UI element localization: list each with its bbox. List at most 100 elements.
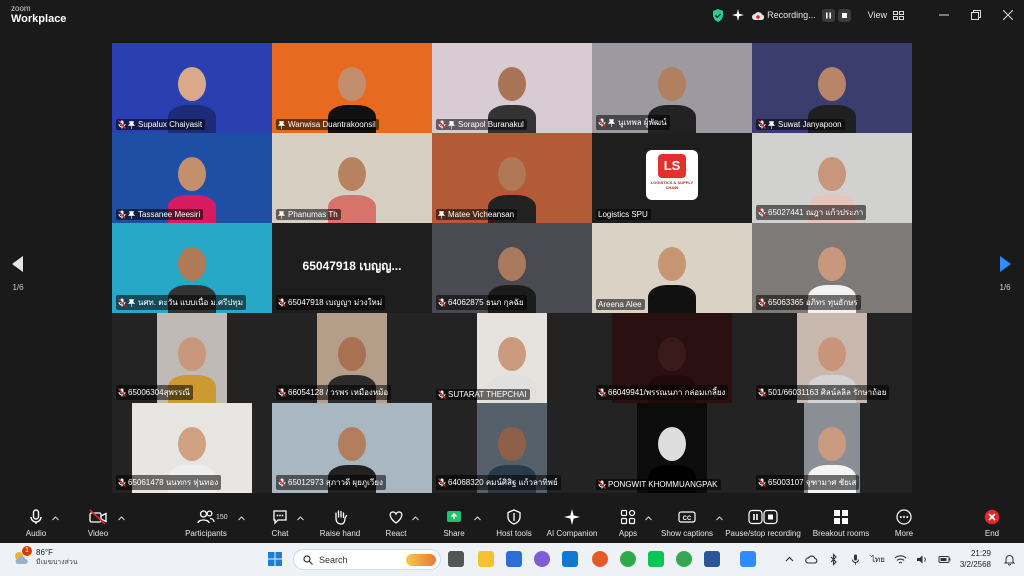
chrome-alt-icon[interactable] [676, 551, 692, 567]
react-button[interactable]: React [382, 509, 410, 538]
participant-tile[interactable]: Supalux Chaiyasit [112, 43, 272, 133]
participant-name-label: นศท. ตะวัน แบบเนื่อ ม.ศรีปทุม [116, 295, 246, 310]
volume-icon[interactable] [916, 553, 929, 566]
restore-window-icon[interactable] [960, 0, 992, 30]
participant-tile[interactable]: 65047918 เบญญ... 65047918 เบญญา ม่วงใหม่ [272, 223, 432, 313]
chrome-icon[interactable] [620, 551, 636, 567]
file-explorer-icon[interactable] [478, 551, 494, 567]
participant-tile[interactable]: นูเทพล ผู้พัฒน์ [592, 43, 752, 133]
participant-tile[interactable]: Areena Alee [592, 223, 752, 313]
recording-indicator[interactable]: Recording... [752, 10, 816, 20]
participant-tile[interactable]: 65006304สุพรรณี [112, 313, 272, 403]
muted-mic-icon [758, 298, 766, 307]
next-page-nav[interactable]: 1/6 [993, 256, 1017, 292]
participant-tile[interactable]: 64062875 ธนภ กุลฉัย [432, 223, 592, 313]
view-menu[interactable]: View [868, 10, 887, 20]
participant-tile[interactable]: Wanwisa Duantrakoonsil [272, 43, 432, 133]
breakout-rooms-button[interactable]: Breakout rooms [810, 509, 872, 538]
participant-tile[interactable]: 64068320 คมน์ศิสิฐ แก้วลาทิพย์ [432, 403, 592, 493]
more-label: More [894, 529, 914, 538]
participant-tile[interactable]: 65012973 สุภาวดี ผุยภูเวียง [272, 403, 432, 493]
participant-tile[interactable]: Tassanee Meesiri [112, 133, 272, 223]
video-off-icon [89, 509, 107, 525]
participant-tile[interactable]: Phanumas Th [272, 133, 432, 223]
encryption-shield-icon[interactable] [712, 8, 724, 22]
firefox-icon[interactable] [592, 551, 608, 567]
participant-tile[interactable]: LS LOGISTICS & SUPPLY CHAIN Logistics SPU [592, 133, 752, 223]
bluetooth-icon[interactable] [827, 553, 840, 566]
participant-tile[interactable]: 66049941/พรรณนภา กล่อมเกลี้ยง [592, 313, 752, 403]
show-captions-button[interactable]: CC Show captions [658, 509, 716, 538]
participant-tile[interactable]: นศท. ตะวัน แบบเนื่อ ม.ศรีปทุม [112, 223, 272, 313]
word-icon[interactable] [704, 551, 720, 567]
pause-stop-recording-button[interactable]: Pause/stop recording [722, 509, 804, 538]
ai-companion-button[interactable]: AI Companion [544, 509, 600, 538]
zoom-icon[interactable] [740, 551, 756, 567]
react-options-caret-icon[interactable] [412, 516, 419, 521]
participant-tile[interactable]: 65061478 นนทกร หุ่นทอง [112, 403, 272, 493]
view-grid-icon[interactable] [893, 10, 904, 20]
weather-widget[interactable]: 1 86°F มีเมฆบางส่วน [12, 546, 78, 566]
participants-options-caret-icon[interactable] [238, 516, 245, 521]
end-meeting-button[interactable]: End [978, 509, 1006, 538]
participant-name: 64062875 ธนภ กุลฉัย [448, 298, 524, 307]
input-language[interactable]: ไทย [871, 553, 885, 566]
previous-page-nav[interactable]: 1/6 [6, 256, 30, 292]
share-options-caret-icon[interactable] [474, 516, 481, 521]
app-icon-1[interactable] [506, 551, 522, 567]
participant-tile[interactable]: 501/66031163 ศิลน์ลลิล รักษาถ้อย [752, 313, 912, 403]
search-highlight-icon [406, 553, 436, 566]
chevron-up-icon[interactable] [783, 553, 796, 566]
chevron-left-icon[interactable] [12, 256, 24, 272]
participant-face [178, 427, 206, 461]
participant-face [658, 247, 686, 281]
participant-tile[interactable]: PONGWIT KHOMMUANGPAK [592, 403, 752, 493]
stop-recording-button[interactable] [837, 8, 851, 22]
host-tools-button[interactable]: Host tools [492, 509, 536, 538]
taskbar-search[interactable]: Search [293, 549, 441, 570]
participant-face [338, 157, 366, 191]
system-clock[interactable]: 21:29 3/2/2568 [960, 550, 991, 569]
battery-icon[interactable] [938, 553, 951, 566]
line-icon[interactable] [648, 551, 664, 567]
pin-icon [127, 298, 136, 307]
more-button[interactable]: More [890, 509, 918, 538]
participant-tile[interactable]: 66054128 / วรพร เหมืองหม้อ [272, 313, 432, 403]
audio-options-caret-icon[interactable] [52, 516, 59, 521]
muted-mic-icon [278, 298, 286, 307]
participant-tile[interactable]: 65027441 ณฎา แก้วประภา [752, 133, 912, 223]
store-icon[interactable] [562, 551, 578, 567]
audio-button[interactable]: Audio [22, 509, 50, 538]
participant-tile[interactable]: 65063365 อภิทร ทุนธักษร [752, 223, 912, 313]
ai-sparkle-icon[interactable] [732, 9, 745, 21]
participant-tile[interactable]: Sorapol Buranakul [432, 43, 592, 133]
video-options-caret-icon[interactable] [118, 516, 125, 521]
participant-tile[interactable]: SUTARAT THEPCHAI [432, 313, 592, 403]
video-gallery: Supalux Chaiyasit Wanwisa Duantrakoonsil S… [112, 43, 912, 493]
participant-tile[interactable]: Matee Vicheansan [432, 133, 592, 223]
pause-recording-button[interactable] [821, 8, 835, 22]
windows-start-icon[interactable] [268, 552, 282, 566]
video-button[interactable]: Video [84, 509, 112, 538]
participant-face [818, 247, 846, 281]
chevron-right-icon[interactable] [999, 256, 1011, 272]
minimize-window-icon[interactable] [928, 0, 960, 30]
wifi-icon[interactable] [894, 553, 907, 566]
notification-bell-icon[interactable] [1003, 553, 1016, 566]
chat-button[interactable]: Chat [266, 509, 294, 538]
cloud-icon[interactable] [805, 553, 818, 566]
raise-hand-button[interactable]: Raise hand [318, 509, 362, 538]
muted-mic-icon [598, 388, 606, 397]
close-window-icon[interactable] [992, 0, 1024, 30]
apps-button[interactable]: Apps [614, 509, 642, 538]
participant-face [338, 337, 366, 371]
chat-options-caret-icon[interactable] [297, 516, 304, 521]
task-view-icon[interactable] [448, 551, 464, 567]
cloud-recording-icon [752, 11, 765, 20]
participant-tile[interactable]: 65003107 จุฑามาศ ชัยเส [752, 403, 912, 493]
apps-options-caret-icon[interactable] [645, 516, 652, 521]
mic-tray-icon[interactable] [849, 553, 862, 566]
share-button[interactable]: Share [440, 509, 468, 538]
participant-tile[interactable]: Suwat Janyapoon [752, 43, 912, 133]
copilot-icon[interactable] [534, 551, 550, 567]
